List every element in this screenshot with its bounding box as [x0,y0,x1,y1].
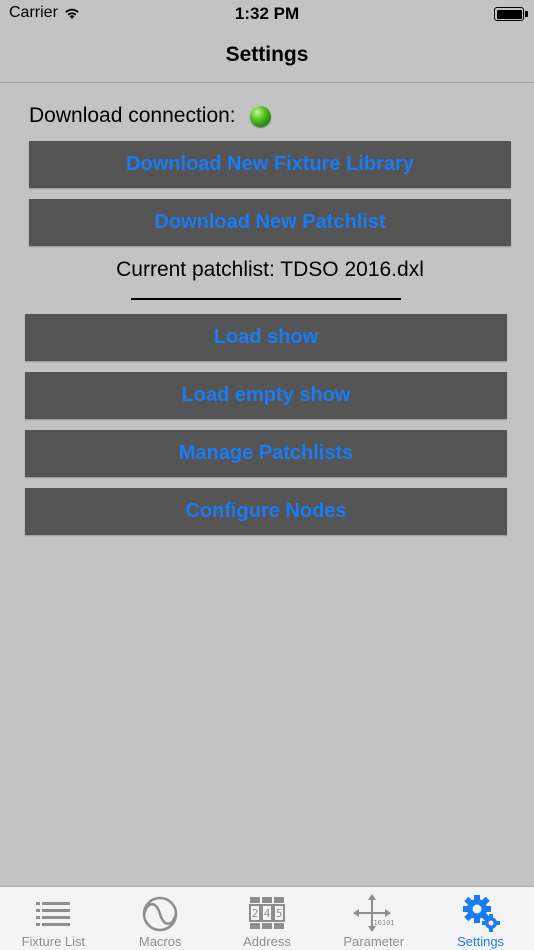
parameter-caption: 10101 [373,919,394,927]
load-show-button[interactable]: Load show [25,314,507,361]
gears-icon [462,895,500,932]
download-patchlist-button[interactable]: Download New Patchlist [29,199,511,246]
battery-tip [525,11,528,17]
counter-digit: 5 [276,907,283,920]
configure-nodes-button[interactable]: Configure Nodes [25,488,507,535]
move-arrows-icon: 10101 [352,894,394,932]
manage-patchlists-button[interactable]: Manage Patchlists [25,430,507,477]
tab-bar: Fixture List Macros 2 4 5 Address 10101 … [0,886,534,950]
counter-digit: 4 [264,907,271,920]
current-patchlist-label: Current patchlist: TDSO 2016.dxl [116,258,424,281]
list-icon [36,902,71,926]
connection-status-icon [249,105,271,127]
connection-row: Download connection: [29,104,271,128]
page-title: Settings [225,43,309,66]
battery-icon [494,7,524,21]
tab-parameter[interactable]: 10101 Parameter [320,887,427,950]
load-empty-show-button[interactable]: Load empty show [25,372,507,419]
tab-label: Macros [138,934,182,949]
tab-label: Parameter [343,934,405,949]
tab-label: Fixture List [21,934,86,949]
tab-label: Settings [457,934,505,949]
counter-digit: 2 [252,907,259,920]
divider [131,298,401,300]
tab-address[interactable]: 2 4 5 Address [214,887,321,950]
tab-settings[interactable]: Settings [427,887,534,950]
tab-label: Address [243,934,291,949]
connection-label: Download connection: [29,104,236,127]
address-counter-icon: 2 4 5 [248,897,285,929]
tab-macros[interactable]: Macros [107,887,214,950]
status-time: 1:32 PM [234,4,300,23]
sine-wave-icon [142,896,178,932]
status-bar: Carrier 1:32 PM [0,0,534,30]
navigation-bar: Settings [0,30,534,83]
tab-fixture-list[interactable]: Fixture List [0,887,107,950]
download-fixture-library-button[interactable]: Download New Fixture Library [29,141,511,188]
